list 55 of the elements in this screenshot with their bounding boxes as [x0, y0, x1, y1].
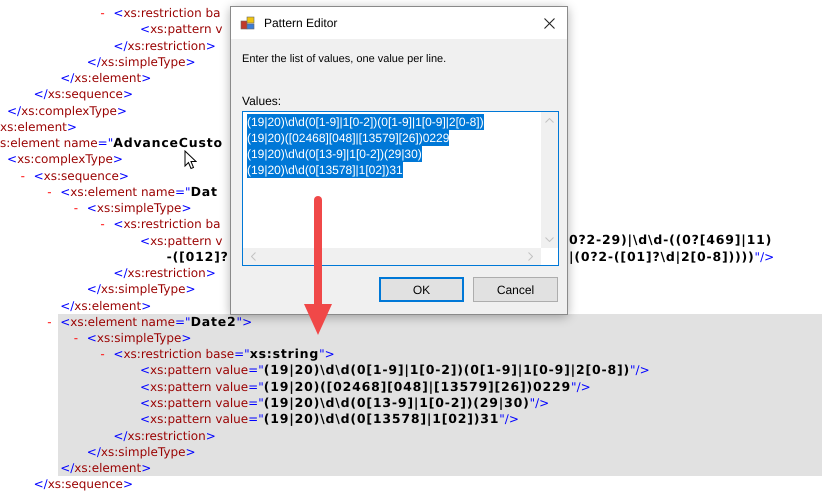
collapse-toggle[interactable]: -	[100, 345, 105, 364]
xml-line: <xs:pattern value="(19|20)\d\d(0[1-9]|1[0-2])(0[1-9]|1[0-9]|2[0-8])"/>	[140, 361, 650, 380]
xml-line: <xs:restriction ba	[113, 216, 221, 234]
xml-line: </xs:element>	[60, 460, 152, 478]
xml-line: </xs:restriction>	[113, 428, 216, 445]
collapse-toggle[interactable]: -	[74, 199, 78, 218]
xml-line: <xs:simpleType>	[86, 330, 192, 348]
xml-line: <xs:pattern value="(19|20)\d\d(0[13-9]|1[0-2])(29|30)"/>	[140, 394, 550, 412]
vertical-scrollbar[interactable]	[541, 112, 558, 248]
xml-line: <xs:restriction base="xs:string">	[113, 345, 335, 363]
xml-line: |(0?2-([01]?\d|2[0-8]))))"/>	[569, 248, 774, 266]
dialog-button[interactable]: OK	[379, 277, 464, 302]
xml-line: </xs:sequence>	[34, 476, 133, 494]
xml-line: </xs:simpleType>	[86, 281, 196, 298]
xml-line: <xs:element name="Date2">	[60, 312, 252, 330]
xml-line: <xs:pattern value="(19|20)\d\d(0[13578]|1[02])31"/>	[140, 410, 519, 428]
scroll-right-icon[interactable]	[528, 252, 533, 261]
xml-line: <xs:restriction ba	[113, 5, 221, 22]
xml-line: <xs:sequence>	[34, 168, 129, 185]
values-field[interactable]: (19|20)\d\d(0[1-9]|1[0-2])(0[1-9]|1[0-9]|2[0-8]) (19|20)([02468][048]|[13579][26])0229 (19|20)\d\d(0[13-9]|1[0-2])(29|30) (19|20)\d\d(0[13578]|1[02])31	[242, 111, 559, 266]
collapse-toggle[interactable]: -	[74, 329, 78, 348]
values-label: Values:	[242, 93, 282, 109]
xml-line: </xs:restriction>	[113, 38, 216, 55]
app-icon	[240, 15, 256, 31]
dialog-button[interactable]: Cancel	[473, 277, 558, 302]
xml-line: </xs:complexType>	[7, 102, 127, 120]
xml-line: </xs:restriction>	[113, 265, 216, 282]
xml-line: s:element name="AdvanceCusto	[0, 134, 223, 152]
scroll-up-icon[interactable]	[545, 118, 554, 123]
xml-line: xs:element>	[0, 118, 77, 136]
xml-line: <xs:pattern value="(19|20)([02468][048]|[13579][26])0229"/>	[140, 378, 591, 396]
collapse-toggle[interactable]: -	[20, 166, 25, 185]
xml-line: </xs:element>	[60, 298, 152, 315]
scroll-down-icon[interactable]	[545, 237, 554, 242]
close-icon[interactable]	[544, 18, 555, 28]
dialog-title: Pattern Editor	[264, 15, 338, 32]
xml-line: <xs:simpleType>	[86, 200, 192, 218]
collapse-toggle[interactable]: -	[47, 182, 52, 201]
collapse-toggle[interactable]: -	[47, 312, 52, 331]
xml-line: </xs:element>	[60, 70, 152, 88]
cursor-icon	[184, 150, 197, 170]
collapse-toggle[interactable]: -	[100, 4, 105, 22]
xml-line: -([012]?	[166, 248, 229, 266]
collapse-toggle[interactable]: -	[100, 215, 105, 234]
instruction-text: Enter the list of values, one value per line.	[242, 52, 448, 67]
scroll-left-icon[interactable]	[251, 252, 256, 261]
xml-line: </xs:sequence>	[34, 86, 133, 104]
xml-line: <xs:pattern v	[140, 21, 222, 38]
xml-line: <xs:element name="Dat	[60, 182, 218, 200]
xml-line: <xs:pattern v	[140, 232, 222, 250]
horizontal-scrollbar[interactable]	[243, 248, 541, 265]
xml-line: 0?2-29)|\d\d-((0?[469]|11)	[569, 231, 772, 250]
xml-line: </xs:simpleType>	[86, 444, 196, 461]
xml-line: </xs:simpleType>	[86, 54, 196, 71]
xml-line: <xs:complexType>	[7, 151, 123, 168]
